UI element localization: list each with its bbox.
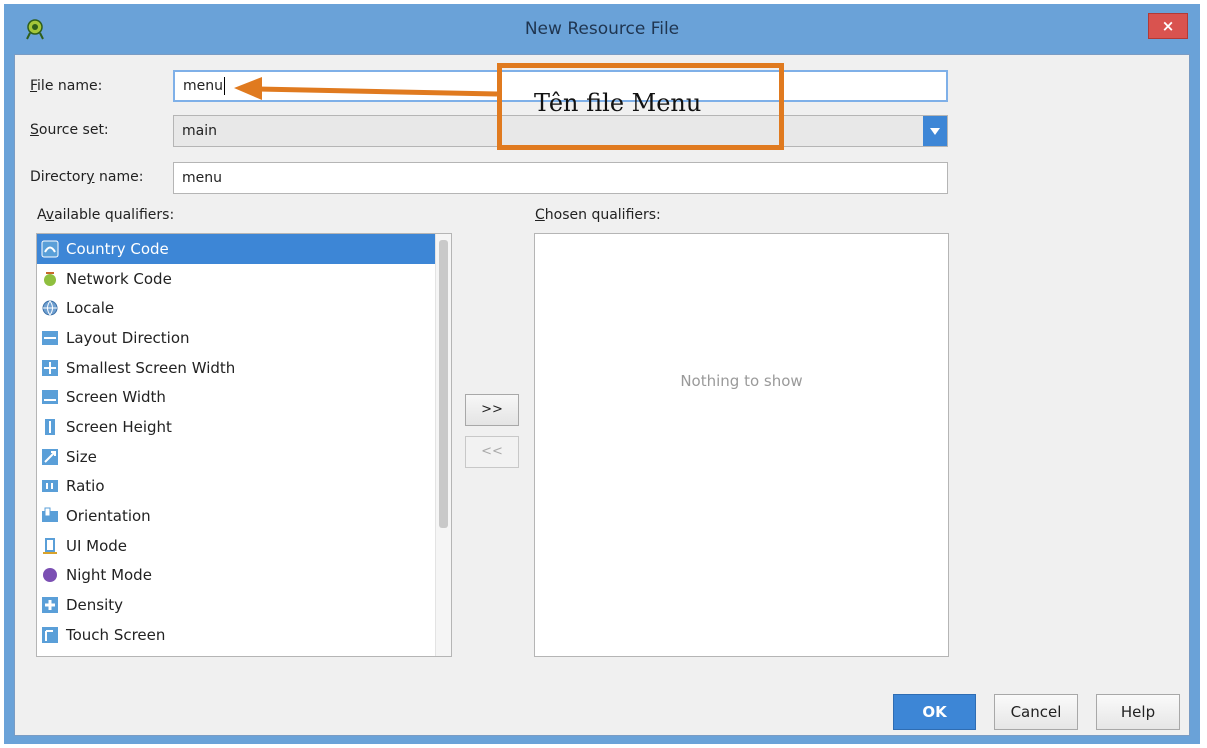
source-set-label: Source set:	[30, 122, 109, 138]
scrollbar-thumb[interactable]	[439, 240, 448, 528]
qualifier-item-label: Ratio	[66, 477, 105, 496]
qualifier-item-label: Size	[66, 447, 97, 466]
qualifier-item[interactable]: Layout Direction	[37, 323, 451, 353]
qualifier-item-label: Layout Direction	[66, 328, 190, 347]
qualifier-item[interactable]: UI Mode	[37, 531, 451, 561]
qualifier-item-label: Locale	[66, 299, 115, 318]
qualifier-item-label: Density	[66, 596, 124, 615]
screen-width-icon	[41, 388, 66, 406]
add-qualifier-button[interactable]: >>	[465, 394, 519, 426]
qualifier-item-label: Screen Width	[66, 388, 166, 407]
available-qualifiers-items: Country Code Network Code Locale Layout Dir…	[37, 234, 451, 650]
title-bar[interactable]: New Resource File ×	[4, 4, 1200, 54]
chosen-qualifiers-label: Chosen qualifiers:	[535, 207, 661, 223]
density-icon	[41, 596, 66, 614]
qualifier-item[interactable]: Ratio	[37, 472, 451, 502]
qualifier-item-label: Touch Screen	[66, 625, 166, 644]
dialog-content: File name: menu Source set: main Directo…	[14, 54, 1190, 736]
annotation-callout: Tên file Menu	[497, 63, 784, 150]
ok-button[interactable]: OK	[893, 694, 976, 730]
qualifier-item[interactable]: Locale	[37, 293, 451, 323]
vertical-scrollbar[interactable]	[435, 234, 451, 656]
qualifier-item-label: Network Code	[66, 269, 172, 288]
empty-state-text: Nothing to show	[680, 372, 803, 390]
source-set-value: main	[182, 123, 217, 139]
qualifier-item-label: UI Mode	[66, 536, 128, 555]
file-name-label: File name:	[30, 78, 103, 94]
window-title: New Resource File	[524, 19, 680, 39]
size-icon	[41, 448, 66, 466]
screen-height-icon	[41, 418, 66, 436]
qualifier-item-label: Smallest Screen Width	[66, 358, 236, 377]
qualifier-item-label: Orientation	[66, 507, 151, 526]
country-code-icon	[41, 240, 66, 258]
available-qualifiers-label: Available qualifiers:	[37, 207, 175, 223]
file-name-value: menu	[183, 78, 223, 94]
remove-qualifier-button[interactable]: <<	[465, 436, 519, 468]
qualifier-item[interactable]: Smallest Screen Width	[37, 353, 451, 383]
qualifier-item-label: Country Code	[66, 239, 169, 258]
network-code-icon	[41, 270, 66, 288]
smallest-screen-width-icon	[41, 359, 66, 377]
available-qualifiers-list[interactable]: Country Code Network Code Locale Layout Dir…	[36, 233, 452, 657]
qualifier-item-label: Screen Height	[66, 417, 172, 436]
chosen-qualifiers-list[interactable]: Nothing to show	[534, 233, 949, 657]
help-button[interactable]: Help	[1096, 694, 1180, 730]
qualifier-item-label: Night Mode	[66, 566, 152, 585]
layout-direction-icon	[41, 329, 66, 347]
close-button[interactable]: ×	[1148, 13, 1188, 39]
qualifier-item[interactable]: Density	[37, 590, 451, 620]
chevron-down-icon[interactable]	[923, 116, 947, 146]
directory-name-label: Directory name:	[30, 169, 144, 185]
qualifier-item[interactable]: Network Code	[37, 264, 451, 294]
orientation-icon	[41, 507, 66, 525]
qualifier-item[interactable]: Orientation	[37, 501, 451, 531]
night-mode-icon	[41, 566, 66, 584]
globe-icon	[41, 299, 66, 317]
text-caret	[224, 77, 225, 95]
qualifier-item[interactable]: Country Code	[37, 234, 451, 264]
cancel-button[interactable]: Cancel	[994, 694, 1078, 730]
qualifier-item[interactable]: Night Mode	[37, 561, 451, 591]
qualifier-item[interactable]: Screen Width	[37, 382, 451, 412]
qualifier-item[interactable]: Screen Height	[37, 412, 451, 442]
ui-mode-icon	[41, 537, 66, 555]
directory-name-input[interactable]: menu	[173, 162, 948, 194]
ratio-icon	[41, 477, 66, 495]
directory-name-value: menu	[182, 170, 222, 186]
annotation-text: Tên file Menu	[534, 89, 702, 117]
touch-screen-icon	[41, 626, 66, 644]
qualifier-item[interactable]: Touch Screen	[37, 620, 451, 650]
qualifier-item[interactable]: Size	[37, 442, 451, 472]
